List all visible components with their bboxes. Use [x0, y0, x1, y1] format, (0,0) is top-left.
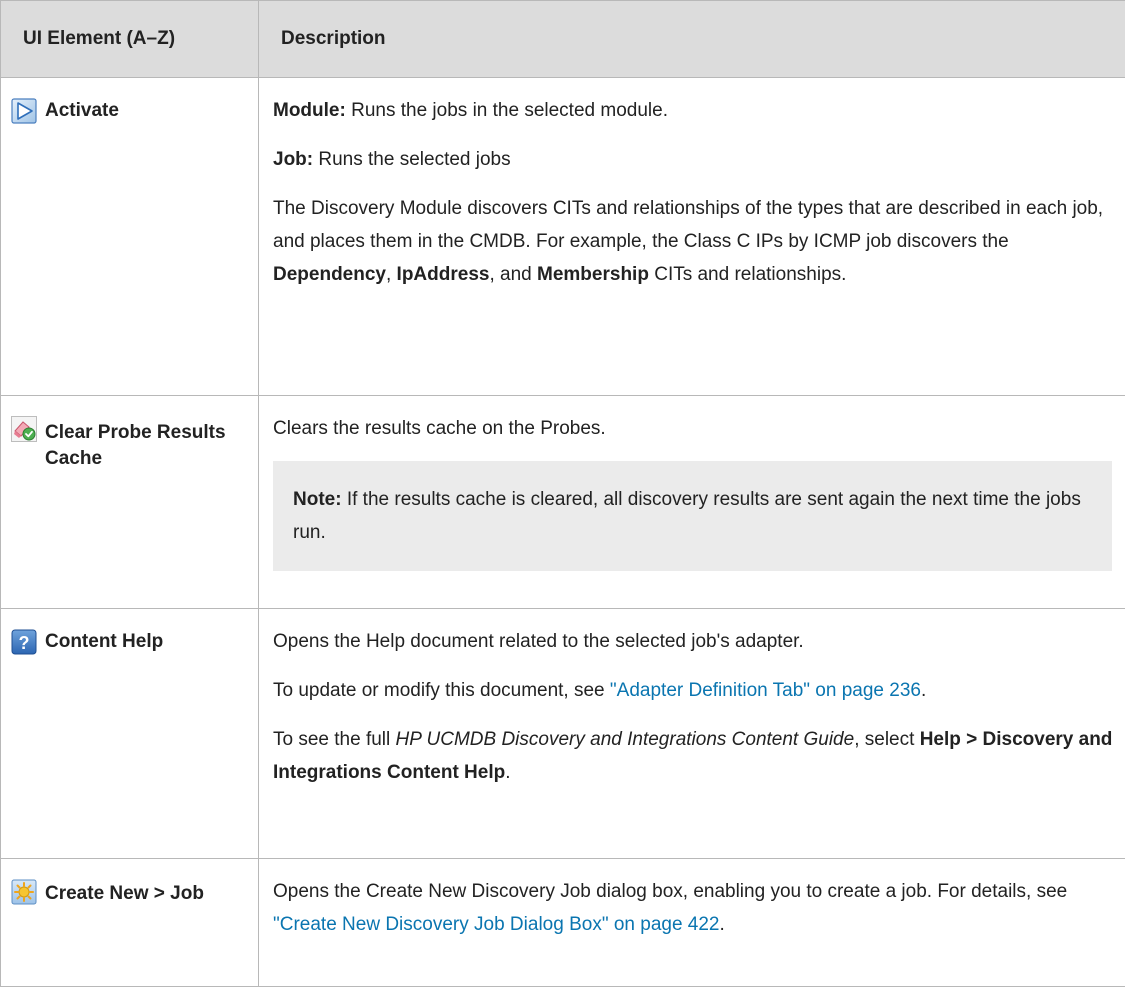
note-text: If the results cache is cleared, all dis…	[293, 489, 1081, 543]
table-row-create-new-job: Create New > Job Opens the Create New Di…	[1, 859, 1125, 987]
update-instructions: To update or modify this document, see "…	[273, 674, 1125, 707]
create-new-discovery-job-link[interactable]: "Create New Discovery Job Dialog Box" on…	[273, 914, 720, 935]
guide-text: To see the full	[273, 729, 396, 750]
description-cell: Module: Runs the jobs in the selected mo…	[259, 78, 1125, 396]
ui-element-cell: ? Content Help	[1, 609, 259, 859]
column-header-description: Description	[259, 1, 1125, 78]
guide-instructions: To see the full HP UCMDB Discovery and I…	[273, 723, 1125, 789]
punctuation: .	[720, 914, 725, 935]
guide-title: HP UCMDB Discovery and Integrations Cont…	[396, 729, 855, 750]
create-job-description: Opens the Create New Discovery Job dialo…	[273, 875, 1125, 941]
eraser-check-icon	[11, 416, 37, 442]
description-cell: Opens the Help document related to the s…	[259, 609, 1125, 859]
punctuation: .	[921, 680, 926, 701]
module-text: Runs the jobs in the selected module.	[351, 100, 668, 121]
guide-text: , select	[854, 729, 919, 750]
ipaddress-term: IpAddress	[397, 264, 490, 285]
module-label: Module:	[273, 100, 346, 121]
note-box: Note: If the results cache is cleared, a…	[273, 461, 1112, 571]
details-text: The Discovery Module discovers CITs and …	[273, 198, 1103, 252]
module-description: Module: Runs the jobs in the selected mo…	[273, 94, 1125, 127]
table-header-row: UI Element (A–Z) Description	[1, 1, 1125, 78]
ui-element-name: Activate	[45, 98, 119, 124]
description-cell: Opens the Create New Discovery Job dialo…	[259, 859, 1125, 987]
adapter-definition-tab-link[interactable]: "Adapter Definition Tab" on page 236	[610, 680, 921, 701]
membership-term: Membership	[537, 264, 649, 285]
punctuation: .	[505, 762, 510, 783]
activate-details: The Discovery Module discovers CITs and …	[273, 192, 1125, 291]
table-row-content-help: ? Content Help Opens the Help document r…	[1, 609, 1125, 859]
dependency-term: Dependency	[273, 264, 386, 285]
ui-element-table: UI Element (A–Z) Description	[0, 0, 1125, 987]
separator: , and	[489, 264, 537, 285]
play-icon	[11, 98, 37, 124]
content-help-description: Opens the Help document related to the s…	[273, 625, 1125, 658]
job-description: Job: Runs the selected jobs	[273, 143, 1125, 176]
note-label: Note:	[293, 489, 342, 510]
new-star-icon	[11, 879, 37, 905]
ui-element-cell: Activate	[1, 78, 259, 396]
ui-element-name: Clear Probe Results Cache	[45, 420, 248, 472]
column-header-ui-element: UI Element (A–Z)	[1, 1, 259, 78]
clear-cache-description: Clears the results cache on the Probes.	[273, 412, 1125, 445]
job-label: Job:	[273, 149, 313, 170]
create-job-text: Opens the Create New Discovery Job dialo…	[273, 881, 1067, 902]
update-text: To update or modify this document, see	[273, 680, 610, 701]
table-row-activate: Activate Module: Runs the jobs in the se…	[1, 78, 1125, 396]
ui-element-cell: Clear Probe Results Cache	[1, 396, 259, 609]
separator: ,	[386, 264, 397, 285]
job-text: Runs the selected jobs	[318, 149, 510, 170]
ui-element-name: Content Help	[45, 629, 163, 655]
description-cell: Clears the results cache on the Probes. …	[259, 396, 1125, 609]
ui-element-name: Create New > Job	[45, 881, 204, 907]
svg-text:?: ?	[19, 633, 30, 653]
details-text: CITs and relationships.	[649, 264, 847, 285]
ui-element-cell: Create New > Job	[1, 859, 259, 987]
table-row-clear-probe-results-cache: Clear Probe Results Cache Clears the res…	[1, 396, 1125, 609]
help-question-icon: ?	[11, 629, 37, 655]
